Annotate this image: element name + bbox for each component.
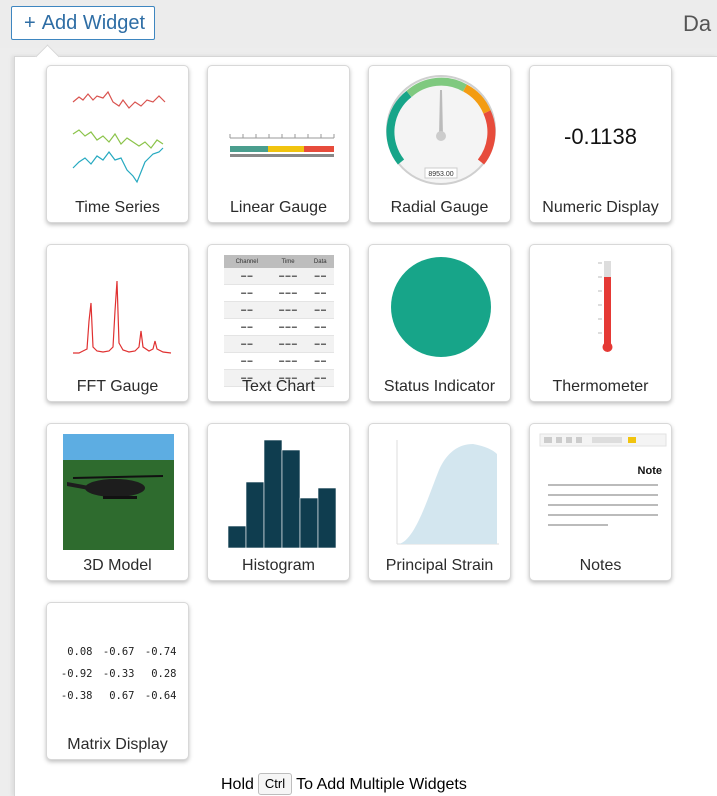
tile-label: 3D Model — [83, 557, 152, 574]
text-chart-header: Data — [306, 255, 334, 268]
add-widget-button[interactable]: + Add Widget — [11, 6, 155, 40]
widget-tile-notes[interactable]: Note Notes — [529, 423, 672, 581]
matrix-row: 0.08 -0.67 -0.74 — [55, 641, 180, 663]
tile-label: Text Chart — [242, 378, 315, 395]
matrix-cell: -0.64 — [144, 690, 177, 702]
multi-add-hint: Hold Ctrl To Add Multiple Widgets — [221, 773, 467, 795]
plus-icon: + — [24, 12, 36, 34]
thermometer-icon — [598, 261, 613, 352]
matrix-display-icon: 0.08 -0.67 -0.74 -0.92 -0.33 0.28 -0.38 … — [55, 641, 180, 707]
widget-tile-radial-gauge[interactable]: 8953.00 Radial Gauge — [368, 65, 511, 223]
matrix-cell: 0.08 — [67, 646, 93, 658]
widget-tile-histogram[interactable]: Histogram — [207, 423, 350, 581]
text-chart-header: Time — [269, 255, 307, 268]
linear-gauge-icon — [229, 134, 335, 157]
dashboard-title: Da — [683, 11, 712, 36]
widget-tile-linear-gauge[interactable]: Linear Gauge — [207, 65, 350, 223]
status-indicator-icon — [391, 257, 491, 357]
widget-tile-numeric-display[interactable]: -0.1138 Numeric Display — [529, 65, 672, 223]
widget-tile-text-chart[interactable]: Channel Time Data ▬ ▬ ▬ ▬ ▬ ▬ ▬ ▬ ▬ ▬ ▬ ▬ ▬ … — [207, 244, 350, 402]
tile-label: Status Indicator — [383, 378, 496, 395]
matrix-cell: 0.67 — [109, 690, 135, 702]
matrix-cell: -0.92 — [60, 668, 93, 680]
widget-tile-matrix-display[interactable]: 0.08 -0.67 -0.74 -0.92 -0.33 0.28 -0.38 … — [46, 602, 189, 760]
matrix-row: -0.92 -0.33 0.28 — [55, 663, 180, 685]
notes-icon: Note — [539, 433, 667, 526]
widget-tile-3d-model[interactable]: 3D Model — [46, 423, 189, 581]
tile-label: Thermometer — [552, 378, 649, 395]
tile-label: Principal Strain — [385, 557, 494, 574]
top-bar: + Add Widget Da — [0, 0, 717, 48]
tile-label: Time Series — [75, 199, 160, 216]
tile-label: Histogram — [242, 557, 315, 574]
widget-tile-principal-strain[interactable]: Principal Strain — [368, 423, 511, 581]
time-series-icon — [72, 90, 166, 184]
matrix-row: -0.38 0.67 -0.64 — [55, 685, 180, 707]
widget-picker-panel: Time Series Linear Gauge 8953.00 Radial … — [14, 44, 717, 796]
tile-label: Notes — [579, 557, 622, 574]
principal-strain-icon — [396, 440, 499, 545]
tile-label: Numeric Display — [542, 199, 659, 216]
radial-gauge-icon: 8953.00 — [386, 75, 496, 185]
matrix-cell: 0.28 — [151, 668, 177, 680]
widget-tile-thermometer[interactable]: Thermometer — [529, 244, 672, 402]
matrix-cell: -0.33 — [102, 668, 135, 680]
tile-label: FFT Gauge — [76, 378, 159, 395]
radial-gauge-readout: 8953.00 — [428, 171, 453, 178]
add-widget-label: Add Widget — [41, 12, 146, 34]
widget-tile-status-indicator[interactable]: Status Indicator — [368, 244, 511, 402]
hint-suffix: To Add Multiple Widgets — [296, 776, 467, 793]
tile-label: Radial Gauge — [390, 199, 489, 216]
text-chart-icon: Channel Time Data ▬ ▬ ▬ ▬ ▬ ▬ ▬ ▬ ▬ ▬ ▬ ▬ ▬ … — [224, 255, 334, 387]
histogram-icon — [227, 439, 337, 549]
tile-label: Matrix Display — [67, 736, 168, 753]
matrix-cell: -0.67 — [102, 646, 135, 658]
status-indicator-circle — [391, 257, 491, 357]
matrix-cell: -0.38 — [60, 690, 93, 702]
numeric-display-value: -0.1138 — [564, 124, 637, 149]
3d-model-icon — [63, 434, 174, 550]
matrix-cell: -0.74 — [144, 646, 177, 658]
tile-label: Linear Gauge — [230, 199, 327, 216]
hint-prefix: Hold — [221, 776, 254, 793]
text-chart-header: Channel — [224, 255, 270, 268]
fft-gauge-icon — [73, 280, 172, 354]
widget-tile-time-series[interactable]: Time Series — [46, 65, 189, 223]
widget-tile-fft-gauge[interactable]: FFT Gauge — [46, 244, 189, 402]
notes-heading: Note — [638, 465, 662, 477]
ctrl-key: Ctrl — [257, 773, 293, 795]
